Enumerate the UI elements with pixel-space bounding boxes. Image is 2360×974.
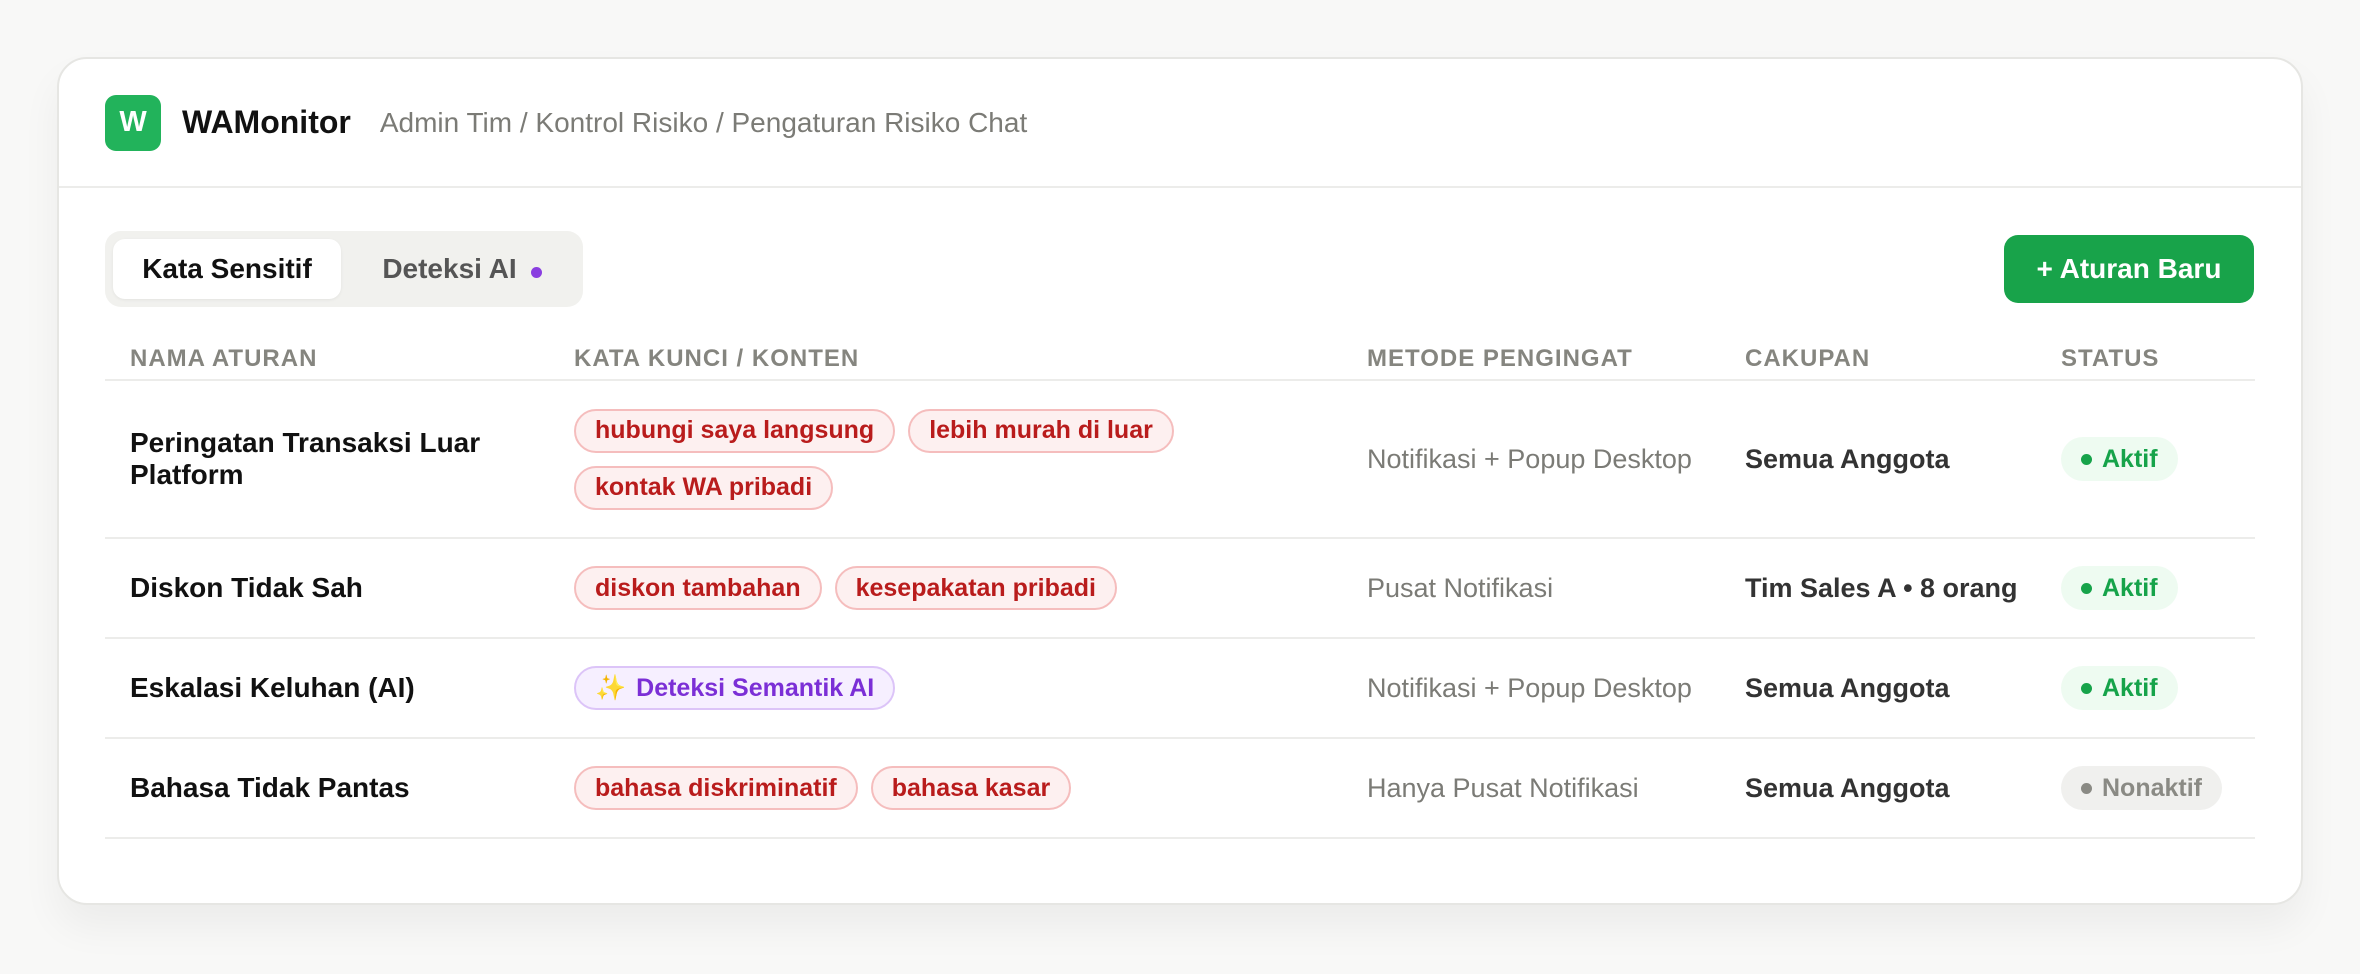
ai-chip-label: Deteksi Semantik AI xyxy=(636,673,875,702)
status-label: Aktif xyxy=(2102,673,2158,702)
status-dot xyxy=(2081,453,2092,465)
status-dot xyxy=(2081,582,2092,594)
table-row[interactable]: Bahasa Tidak Pantas bahasa diskriminatif… xyxy=(105,739,2255,839)
app-header: W WAMonitor Admin Tim / Kontrol Risiko /… xyxy=(59,59,2301,188)
column-header-method: METODE PENGINGAT xyxy=(1367,345,1633,372)
rule-name: Peringatan Transaksi Luar Platform xyxy=(130,427,481,490)
rule-scope: Semua Anggota xyxy=(1745,443,1950,474)
column-header-scope: CAKUPAN xyxy=(1745,345,1871,372)
table-row[interactable]: Peringatan Transaksi Luar Platform hubun… xyxy=(105,381,2255,539)
status-dot xyxy=(2081,782,2092,794)
keyword-list: diskon tambahan kesepakatan pribadi xyxy=(574,566,1214,610)
rules-card: W WAMonitor Admin Tim / Kontrol Risiko /… xyxy=(57,57,2303,905)
column-header-name: NAMA ATURAN xyxy=(130,345,318,372)
column-header-keywords: KATA KUNCI / KONTEN xyxy=(574,345,860,372)
reminder-method: Pusat Notifikasi xyxy=(1367,572,1554,603)
column-header-status: STATUS xyxy=(2061,345,2160,372)
keyword-list: bahasa diskriminatif bahasa kasar xyxy=(574,766,1214,810)
breadcrumb: Admin Tim / Kontrol Risiko / Pengaturan … xyxy=(379,106,1028,138)
keyword-chip: bahasa diskriminatif xyxy=(574,766,858,810)
tab-group: Kata Sensitif Deteksi AI xyxy=(105,231,583,307)
tab-sensitive-words[interactable]: Kata Sensitif xyxy=(113,239,341,299)
keyword-list: ✨ Deteksi Semantik AI xyxy=(574,666,1214,710)
rules-table: NAMA ATURAN KATA KUNCI / KONTEN METODE P… xyxy=(105,339,2255,839)
status-badge[interactable]: Aktif xyxy=(2061,566,2178,610)
rule-scope: Semua Anggota xyxy=(1745,672,1950,703)
keyword-chip: lebih murah di luar xyxy=(908,408,1174,453)
keyword-chip: kesepakatan pribadi xyxy=(834,566,1117,610)
status-label: Aktif xyxy=(2102,573,2158,602)
keyword-chip: diskon tambahan xyxy=(574,566,822,610)
app-name: WAMonitor xyxy=(182,104,351,140)
status-badge[interactable]: Aktif xyxy=(2061,666,2178,710)
app-logo: W xyxy=(105,94,161,151)
status-badge[interactable]: Nonaktif xyxy=(2061,766,2222,810)
sparkles-icon: ✨ xyxy=(595,673,627,702)
rule-name: Diskon Tidak Sah xyxy=(130,572,363,603)
tab-label: Deteksi AI xyxy=(382,253,517,284)
new-indicator-dot xyxy=(530,266,542,278)
reminder-method: Notifikasi + Popup Desktop xyxy=(1367,672,1692,703)
status-badge[interactable]: Aktif xyxy=(2061,437,2178,481)
new-rule-button[interactable]: + Aturan Baru xyxy=(2004,235,2254,303)
rule-name: Bahasa Tidak Pantas xyxy=(130,772,410,803)
status-label: Aktif xyxy=(2102,444,2158,473)
reminder-method: Hanya Pusat Notifikasi xyxy=(1367,772,1639,803)
keyword-chip: hubungi saya langsung xyxy=(574,408,896,453)
tab-label: Kata Sensitif xyxy=(142,253,312,284)
keyword-chip: kontak WA pribadi xyxy=(574,465,834,510)
table-row[interactable]: Diskon Tidak Sah diskon tambahan kesepak… xyxy=(105,539,2255,639)
reminder-method: Notifikasi + Popup Desktop xyxy=(1367,443,1692,474)
rule-name: Eskalasi Keluhan (AI) xyxy=(130,672,415,703)
table-header: NAMA ATURAN KATA KUNCI / KONTEN METODE P… xyxy=(105,339,2255,381)
rule-scope: Semua Anggota xyxy=(1745,772,1950,803)
table-row[interactable]: Eskalasi Keluhan (AI) ✨ Deteksi Semantik… xyxy=(105,639,2255,739)
status-dot xyxy=(2081,682,2092,694)
status-label: Nonaktif xyxy=(2102,773,2202,802)
ai-detection-chip: ✨ Deteksi Semantik AI xyxy=(574,666,896,710)
keyword-chip: bahasa kasar xyxy=(870,766,1072,810)
keyword-list: hubungi saya langsung lebih murah di lua… xyxy=(574,408,1214,510)
toolbar: Kata Sensitif Deteksi AI + Aturan Baru xyxy=(59,188,2301,338)
tab-ai-detection[interactable]: Deteksi AI xyxy=(349,239,575,299)
rule-scope: Tim Sales A • 8 orang xyxy=(1745,572,2018,603)
